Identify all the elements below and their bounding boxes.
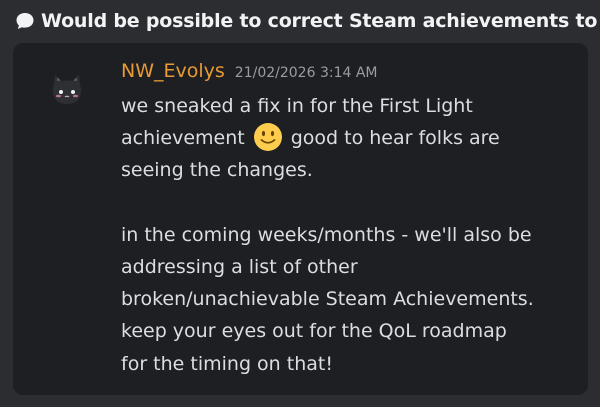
- message-line: we sneaked a fix in for the First Light: [121, 95, 473, 117]
- message-line: broken/unachievable Steam Achievements.: [121, 288, 534, 311]
- cat-avatar-icon: [52, 75, 82, 104]
- thread-title[interactable]: Would be possible to correct Steam achie…: [41, 10, 597, 32]
- message-line: addressing a list of other: [121, 255, 358, 278]
- avatar[interactable]: [47, 71, 87, 111]
- message-header: NW_Evolys 21/02/2026 3:14 AM: [121, 60, 377, 82]
- message-line: keep your eyes out for the QoL roadmap: [121, 320, 507, 343]
- message-card: NW_Evolys 21/02/2026 3:14 AM we sneaked …: [13, 43, 588, 395]
- slightly-smiling-face-icon[interactable]: [253, 122, 283, 152]
- discord-thread-view: Would be possible to correct Steam achie…: [0, 0, 600, 407]
- message-line: for the timing on that!: [121, 352, 333, 375]
- message-line: in the coming weeks/months - we'll also …: [121, 223, 532, 246]
- message-line: seeing the changes.: [121, 159, 313, 182]
- timestamp[interactable]: 21/02/2026 3:14 AM: [235, 65, 378, 81]
- message-text: good to hear folks are: [290, 127, 500, 150]
- thread-header[interactable]: Would be possible to correct Steam achie…: [0, 0, 600, 42]
- message-text: achievement: [121, 127, 245, 150]
- message-line-with-emoji: achievement good to hear folks are: [121, 122, 576, 154]
- username[interactable]: NW_Evolys: [121, 60, 225, 82]
- message-body: we sneaked a fix in for the First Light …: [121, 90, 576, 380]
- chat-bubble-icon: [15, 11, 35, 31]
